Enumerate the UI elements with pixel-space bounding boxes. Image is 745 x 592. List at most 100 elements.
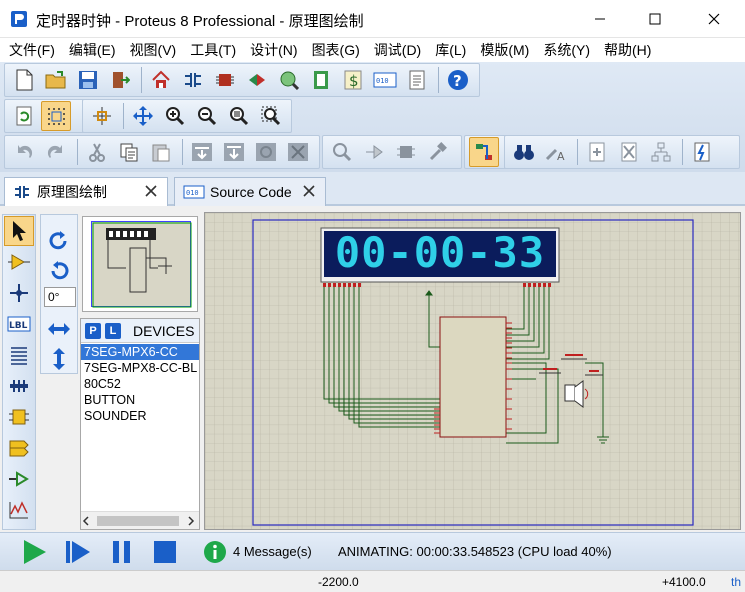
- home-page-button[interactable]: [146, 65, 176, 95]
- menu-edit[interactable]: 编辑(E): [62, 38, 123, 62]
- selection-mode-button[interactable]: [4, 216, 34, 246]
- device-pins-button[interactable]: [4, 464, 34, 494]
- menu-design[interactable]: 设计(N): [243, 38, 304, 62]
- copy-button[interactable]: [114, 137, 144, 167]
- junction-dot-button[interactable]: [4, 278, 34, 308]
- help-button[interactable]: ?: [443, 65, 473, 95]
- zoom-area-button[interactable]: [256, 101, 286, 131]
- bill-of-materials-button[interactable]: $: [338, 65, 368, 95]
- seven-segment-display[interactable]: 00-00-33: [320, 227, 560, 287]
- rotate-anticlockwise-button[interactable]: [44, 256, 74, 286]
- origin-button[interactable]: [87, 101, 117, 131]
- packaging-tool-button[interactable]: [391, 137, 421, 167]
- maximize-button[interactable]: [632, 0, 678, 38]
- step-simulation-button[interactable]: [64, 538, 92, 566]
- pick-device-button[interactable]: [327, 137, 357, 167]
- device-item[interactable]: BUTTON: [81, 392, 199, 408]
- step-icon: [66, 541, 90, 563]
- mirror-horizontal-button[interactable]: [44, 314, 74, 344]
- wire-autorouter-button[interactable]: [469, 137, 499, 167]
- run-simulation-button[interactable]: [20, 538, 48, 566]
- electrical-rule-check-button[interactable]: [687, 137, 717, 167]
- make-device-button[interactable]: [359, 137, 389, 167]
- block-delete-icon: [288, 143, 308, 161]
- open-file-button[interactable]: [41, 65, 71, 95]
- new-sheet-button[interactable]: [582, 137, 612, 167]
- pick-from-library-button[interactable]: P: [85, 322, 101, 339]
- cut-button[interactable]: [82, 137, 112, 167]
- zoom-in-icon: [166, 107, 185, 126]
- save-button[interactable]: [73, 65, 103, 95]
- bus-button[interactable]: [4, 371, 34, 401]
- block-delete-button[interactable]: [283, 137, 313, 167]
- magnifier-globe-icon: [280, 71, 299, 90]
- binary-code-icon: 010: [373, 72, 397, 88]
- text-script-button[interactable]: [4, 340, 34, 370]
- refresh-button[interactable]: [9, 101, 39, 131]
- stop-simulation-button[interactable]: [151, 538, 179, 566]
- units-indicator[interactable]: th: [731, 575, 741, 589]
- block-rotate-button[interactable]: [251, 137, 281, 167]
- paste-button[interactable]: [146, 137, 176, 167]
- toggle-grid-button[interactable]: [41, 101, 71, 131]
- pcb-layout-button[interactable]: [210, 65, 240, 95]
- menu-help[interactable]: 帮助(H): [597, 38, 658, 62]
- new-file-button[interactable]: [9, 65, 39, 95]
- schematic-capture-button[interactable]: [178, 65, 208, 95]
- device-item[interactable]: 7SEG-MPX6-CC: [81, 344, 199, 360]
- component-mode-button[interactable]: [4, 247, 34, 277]
- sub-circuit-button[interactable]: [4, 402, 34, 432]
- graph-mode-button[interactable]: [4, 495, 34, 525]
- overview-window[interactable]: [82, 216, 198, 312]
- tab-close-icon[interactable]: [301, 183, 317, 199]
- device-item[interactable]: SOUNDER: [81, 408, 199, 424]
- device-item[interactable]: 80C52: [81, 376, 199, 392]
- block-copy-button[interactable]: [187, 137, 217, 167]
- close-project-button[interactable]: [105, 65, 135, 95]
- menu-tools[interactable]: 工具(T): [183, 38, 243, 62]
- menu-system[interactable]: 系统(Y): [536, 38, 597, 62]
- menu-view[interactable]: 视图(V): [123, 38, 184, 62]
- display-digits: 00-00-33: [335, 228, 545, 277]
- message-count[interactable]: 4 Message(s): [233, 544, 312, 559]
- terminals-mode-button[interactable]: [4, 433, 34, 463]
- pause-simulation-button[interactable]: [108, 538, 136, 566]
- mirror-vertical-button[interactable]: [44, 344, 74, 374]
- tab-source-code[interactable]: 010 Source Code: [174, 177, 326, 206]
- rotation-angle-field[interactable]: 0°: [44, 287, 76, 307]
- decompose-button[interactable]: [423, 137, 453, 167]
- pan-button[interactable]: [128, 101, 158, 131]
- zoom-in-button[interactable]: [160, 101, 190, 131]
- menu-library[interactable]: 库(L): [428, 38, 473, 62]
- tab-close-icon[interactable]: [143, 183, 159, 199]
- menu-file[interactable]: 文件(F): [2, 38, 62, 62]
- search-tag-button[interactable]: [509, 137, 539, 167]
- project-notes-button[interactable]: [402, 65, 432, 95]
- zoom-out-button[interactable]: [192, 101, 222, 131]
- minimize-button[interactable]: [577, 0, 623, 38]
- microcontroller-80c52[interactable]: [434, 316, 512, 438]
- close-window-button[interactable]: [691, 0, 737, 38]
- exit-to-parent-button[interactable]: [646, 137, 676, 167]
- wire-label-button[interactable]: LBL: [4, 309, 34, 339]
- rotate-clockwise-button[interactable]: [44, 226, 74, 256]
- block-move-button[interactable]: [219, 137, 249, 167]
- schematic-canvas[interactable]: 00-00-33: [204, 212, 741, 530]
- menu-template[interactable]: 模版(M): [473, 38, 536, 62]
- tab-schematic[interactable]: 原理图绘制: [4, 177, 168, 206]
- source-code-button[interactable]: 010: [370, 65, 400, 95]
- library-manager-button[interactable]: L: [105, 322, 121, 339]
- device-item[interactable]: 7SEG-MPX8-CC-BL: [81, 360, 199, 376]
- design-explorer-button[interactable]: [306, 65, 336, 95]
- redo-button[interactable]: [41, 137, 71, 167]
- messages-button[interactable]: [201, 538, 229, 566]
- menu-debug[interactable]: 调试(D): [367, 38, 428, 62]
- gerber-viewer-button[interactable]: [274, 65, 304, 95]
- zoom-all-button[interactable]: [224, 101, 254, 131]
- device-list-scrollbar[interactable]: [81, 511, 199, 529]
- remove-sheet-button[interactable]: [614, 137, 644, 167]
- 3d-viewer-button[interactable]: [242, 65, 272, 95]
- menu-graph[interactable]: 图表(G): [305, 38, 367, 62]
- undo-button[interactable]: [9, 137, 39, 167]
- property-assignment-button[interactable]: A: [541, 137, 571, 167]
